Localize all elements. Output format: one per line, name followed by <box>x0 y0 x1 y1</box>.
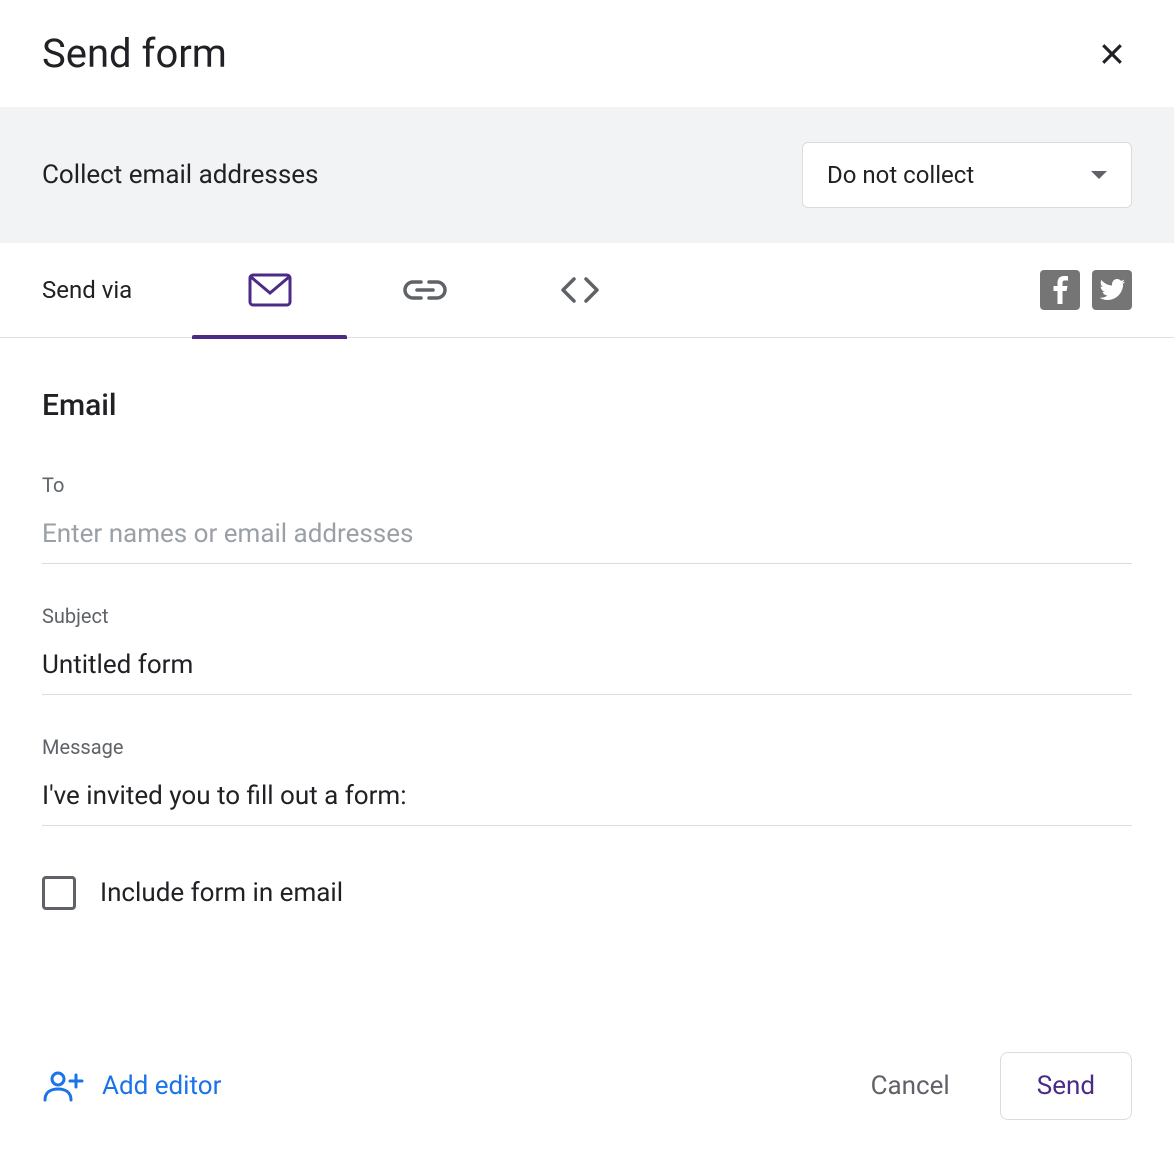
to-input[interactable] <box>42 509 1132 564</box>
send-via-label: Send via <box>42 276 132 304</box>
dialog-footer: Add editor Cancel Send <box>0 1032 1174 1172</box>
message-input[interactable] <box>42 771 1132 826</box>
tab-email[interactable] <box>192 243 347 338</box>
email-heading: Email <box>42 388 1132 423</box>
tab-link[interactable] <box>347 243 502 338</box>
include-form-label: Include form in email <box>100 878 343 908</box>
include-form-row: Include form in email <box>42 876 1132 910</box>
share-twitter-button[interactable] <box>1092 270 1132 310</box>
cancel-button[interactable]: Cancel <box>851 1057 970 1115</box>
to-label: To <box>42 473 1132 497</box>
person-add-icon <box>42 1070 86 1102</box>
collect-email-select[interactable]: Do not collect <box>802 142 1132 208</box>
footer-actions: Cancel Send <box>851 1052 1132 1120</box>
close-button[interactable] <box>1092 34 1132 74</box>
message-label: Message <box>42 735 1132 759</box>
dialog-header: Send form <box>0 0 1174 107</box>
dialog-title: Send form <box>42 30 227 77</box>
facebook-icon <box>1052 276 1068 304</box>
social-share <box>1040 270 1132 310</box>
add-editor-label: Add editor <box>102 1071 221 1101</box>
message-field-group: Message <box>42 735 1132 826</box>
code-icon <box>558 276 602 304</box>
collect-email-bar: Collect email addresses Do not collect <box>0 107 1174 243</box>
tab-embed[interactable] <box>502 243 657 338</box>
subject-input[interactable] <box>42 640 1132 695</box>
include-form-checkbox[interactable] <box>42 876 76 910</box>
send-via-tabs: Send via <box>0 243 1174 338</box>
collect-email-value: Do not collect <box>827 161 974 189</box>
add-editor-button[interactable]: Add editor <box>42 1070 221 1102</box>
mail-icon <box>248 273 292 307</box>
send-button[interactable]: Send <box>1000 1052 1132 1120</box>
share-facebook-button[interactable] <box>1040 270 1080 310</box>
to-field-group: To <box>42 473 1132 564</box>
chevron-down-icon <box>1091 171 1107 179</box>
twitter-icon <box>1099 279 1125 301</box>
link-icon <box>403 279 447 301</box>
collect-email-label: Collect email addresses <box>42 160 318 190</box>
email-section: Email To Subject Message Include form in… <box>0 338 1174 1032</box>
close-icon <box>1097 39 1127 69</box>
send-form-dialog: Send form Collect email addresses Do not… <box>0 0 1174 1172</box>
subject-label: Subject <box>42 604 1132 628</box>
subject-field-group: Subject <box>42 604 1132 695</box>
